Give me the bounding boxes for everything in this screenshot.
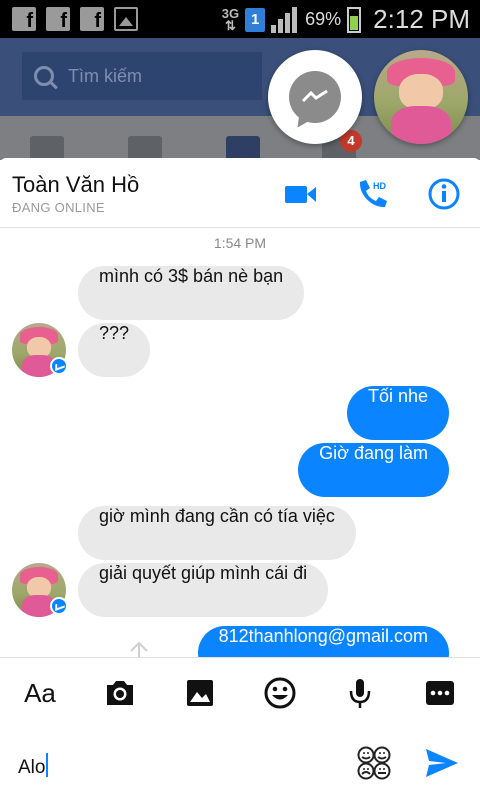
gallery-notification-icon (114, 7, 138, 31)
info-icon[interactable] (426, 176, 462, 212)
incoming-message[interactable]: ??? (78, 323, 151, 377)
network-type: 3G ⇅ (221, 5, 240, 33)
battery-percent: 69% (305, 9, 342, 29)
messenger-badge-icon (50, 357, 68, 375)
message-input-value: Alo (18, 757, 46, 778)
outgoing-message[interactable]: 812thanhlong@gmail.com (197, 626, 449, 657)
message-timestamp: 1:54 PM (213, 235, 267, 251)
share-icon[interactable] (124, 639, 154, 657)
search-placeholder: Tìm kiếm (68, 65, 142, 86)
contact-avatar[interactable] (12, 563, 68, 617)
battery-icon (347, 6, 362, 33)
contact-name[interactable]: Toàn Văn Hồ (12, 172, 139, 198)
facebook-notification-icon (12, 7, 36, 33)
sticker-icon[interactable] (356, 745, 392, 781)
send-icon[interactable] (424, 747, 460, 779)
clock: 2:12 PM (373, 4, 470, 34)
emoji-icon[interactable] (262, 675, 298, 711)
camera-icon[interactable] (102, 675, 138, 711)
system-status: 3G ⇅ 1 69% 2:12 PM (222, 4, 470, 35)
facebook-notification-icon (46, 7, 70, 33)
chat-window: Toàn Văn Hồ ĐANG ONLINE HD 1:54 PM mình … (0, 158, 480, 800)
incoming-message[interactable]: giờ mình đang cần có tía việc (78, 506, 356, 560)
message-input[interactable]: Alo (18, 753, 49, 779)
text-style-button[interactable]: Aa (22, 675, 58, 711)
text-cursor (46, 753, 49, 777)
messenger-badge-icon (50, 597, 68, 615)
chat-header: Toàn Văn Hồ ĐANG ONLINE HD (0, 158, 480, 228)
incoming-message[interactable]: giải quyết giúp mình cái đi (78, 563, 329, 617)
contact-photo (374, 50, 468, 144)
signal-icon (271, 6, 299, 33)
friends-tab[interactable] (128, 136, 162, 160)
incoming-message[interactable]: mình có 3$ bán nè bạn (78, 266, 305, 320)
facebook-notification-icon (80, 7, 104, 33)
messages-tab[interactable] (226, 136, 260, 160)
messenger-icon (289, 71, 341, 123)
notification-icons (12, 7, 138, 33)
image-icon[interactable] (182, 675, 218, 711)
composer-toolbar: Aa (0, 657, 480, 727)
search-icon (34, 66, 54, 86)
svg-text:HD: HD (373, 181, 386, 191)
more-icon[interactable] (422, 675, 458, 711)
contact-status: ĐANG ONLINE (12, 200, 105, 215)
status-bar: 3G⇅ 1 69% 2:12 PM (0, 0, 480, 38)
sim-indicator: 1 (245, 7, 266, 32)
messenger-chat-head[interactable] (268, 50, 362, 144)
contact-avatar[interactable] (12, 323, 68, 377)
outgoing-message[interactable]: Tối nhe (346, 386, 449, 440)
microphone-icon[interactable] (342, 675, 378, 711)
facebook-search-bar[interactable]: Tìm kiếm (22, 52, 262, 100)
message-list[interactable]: 1:54 PM mình có 3$ bán nè bạn ??? Tối nh… (0, 229, 480, 657)
screen: 3G⇅ 1 69% 2:12 PM Tìm kiếm 4 (0, 0, 480, 800)
contact-chat-head[interactable] (374, 50, 468, 144)
message-composer: Alo (0, 727, 480, 800)
news-feed-tab[interactable] (30, 136, 64, 160)
outgoing-message[interactable]: Giờ đang làm (298, 443, 449, 497)
hd-call-icon[interactable]: HD (354, 176, 390, 212)
video-call-icon[interactable] (282, 176, 318, 212)
